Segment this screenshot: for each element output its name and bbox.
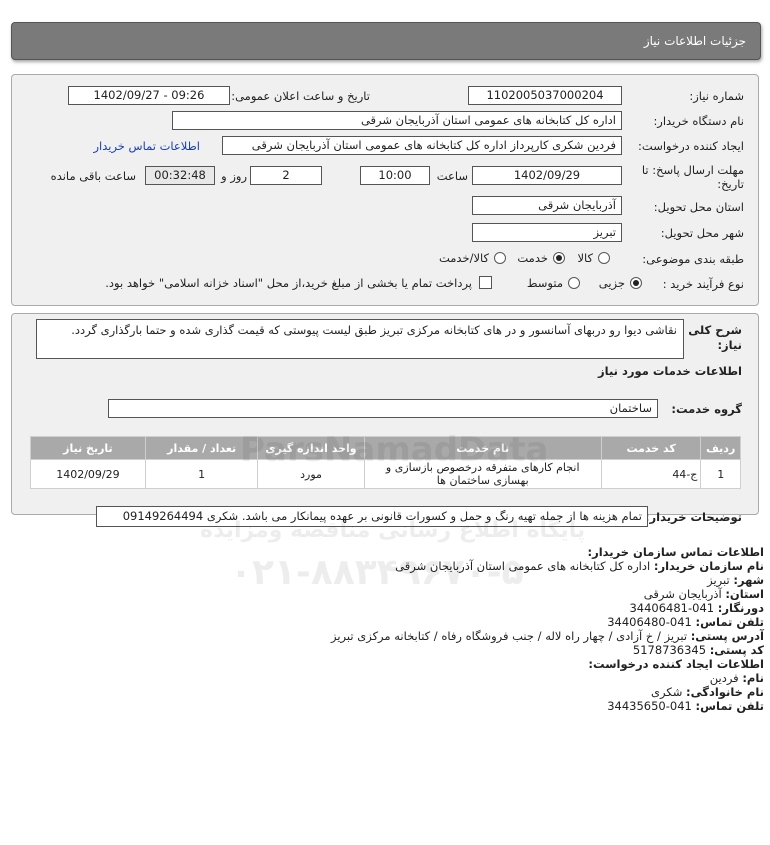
deadline-time-label: ساعت <box>436 169 468 183</box>
contact-org-label: نام سازمان خریدار: <box>653 559 764 573</box>
services-table-header: ردیف کد خدمت نام خدمت واحد اندازه گیری ت… <box>30 436 741 460</box>
creator-phone-label: تلفن تماس: <box>695 699 764 713</box>
category-option-service: خدمت <box>517 251 548 265</box>
announce-field: 1402/09/27 - 09:26 <box>68 86 230 105</box>
col-qty: تعداد / مقدار <box>144 436 259 460</box>
buyer-contact-link[interactable]: اطلاعات تماس خریدار <box>93 139 200 153</box>
creator-first-name-label: نام: <box>742 671 764 685</box>
category-option-goods: کالا <box>577 251 593 265</box>
remaining-time-field: 00:32:48 <box>145 166 215 185</box>
creator-last-name-value: شکری <box>651 685 683 699</box>
creator-label: ایجاد کننده درخواست: <box>638 139 744 153</box>
col-code: کد خدمت <box>600 436 702 460</box>
contact-province-line: استان: آذربایجان شرقی <box>644 587 764 601</box>
contact-postal-value: 5178736345 <box>632 643 707 657</box>
col-index: ردیف <box>700 436 741 460</box>
category-label: طبقه بندی موضوعی: <box>642 252 744 266</box>
table-row: 1 ج-44 انجام کارهای متفرقه درخصوص بازساز… <box>30 459 741 489</box>
creator-phone-value: 041-34435650 <box>607 699 692 713</box>
city-field: تبریز <box>472 223 622 242</box>
services-table: ردیف کد خدمت نام خدمت واحد اندازه گیری ت… <box>30 436 741 489</box>
category-radio-service[interactable] <box>553 252 565 264</box>
process-option-medium: متوسط <box>526 276 563 290</box>
process-radio-minor[interactable] <box>630 277 642 289</box>
contact-org-line: نام سازمان خریدار: اداره کل کتابخانه های… <box>395 559 764 573</box>
contact-phone-label: تلفن تماس: <box>695 615 764 629</box>
col-unit: واحد اندازه گیری <box>257 436 365 460</box>
city-label: شهر محل تحویل: <box>660 226 744 240</box>
creator-field: فردین شکری کارپرداز اداره کل کتابخانه ها… <box>222 136 622 155</box>
summary-label: شرح کلی <box>688 323 742 337</box>
category-radio-goods-service[interactable] <box>494 252 506 264</box>
days-label: روز و <box>221 169 247 183</box>
service-group-label: گروه خدمت: <box>671 402 742 416</box>
creator-first-name-value: فردین <box>709 671 739 685</box>
contact-org-value: اداره کل کتابخانه های عمومی استان آذربای… <box>395 559 651 573</box>
days-field: 2 <box>250 166 322 185</box>
creator-last-name-line: نام خانوادگی: شکری <box>651 685 764 699</box>
creator-last-name-label: نام خانوادگی: <box>686 685 764 699</box>
need-number-field: 1102005037000204 <box>468 86 622 105</box>
contact-phone-value: 041-34406480 <box>607 615 692 629</box>
province-field: آذربایجان شرقی <box>472 196 622 215</box>
deadline-date-label: تاریخ: <box>717 177 744 191</box>
treasury-payment-checkbox[interactable] <box>479 276 492 289</box>
cell-date: 1402/09/29 <box>30 459 146 489</box>
summary-label-2: نیاز: <box>717 338 742 352</box>
page-header: جزئیات اطلاعات نیاز <box>11 22 761 60</box>
contact-province-value: آذربایجان شرقی <box>643 587 722 601</box>
service-group-field: ساختمان <box>108 399 658 418</box>
buyer-field: اداره کل کتابخانه های عمومی استان آذربای… <box>172 111 622 130</box>
buyer-label: نام دستگاه خریدار: <box>653 114 744 128</box>
col-date: تاریخ نیاز <box>30 436 146 460</box>
contact-city-label: شهر: <box>733 573 764 587</box>
treasury-payment-note: پرداخت تمام یا بخشی از مبلغ خرید،از محل … <box>105 276 472 290</box>
creator-section-title: اطلاعات ایجاد کننده درخواست: <box>588 657 764 671</box>
buyer-notes-label: توضیحات خریدار: <box>644 510 742 524</box>
page-title: جزئیات اطلاعات نیاز <box>643 34 746 48</box>
contact-postal-label: کد پستی: <box>709 643 764 657</box>
contact-province-label: استان: <box>725 587 764 601</box>
contact-address-label: آدرس پستی: <box>690 629 764 643</box>
col-name: نام خدمت <box>363 436 602 460</box>
contact-address-line: آدرس پستی: تبریز / خ آزادی / چهار راه لا… <box>331 629 764 643</box>
creator-first-name-line: نام: فردین <box>710 671 764 685</box>
cell-unit: مورد <box>257 459 365 489</box>
cell-qty: 1 <box>144 459 259 489</box>
contact-title: اطلاعات تماس سازمان خریدار: <box>587 545 764 559</box>
remaining-label: ساعت باقی مانده <box>50 169 136 183</box>
province-label: استان محل تحویل: <box>653 200 744 214</box>
process-option-minor: جزیی <box>598 276 625 290</box>
category-radio-goods[interactable] <box>598 252 610 264</box>
announce-label: تاریخ و ساعت اعلان عمومی: <box>231 89 370 103</box>
contact-fax-label: دورنگار: <box>717 601 764 615</box>
contact-postal-line: کد پستی: 5178736345 <box>633 643 764 657</box>
buyer-notes-field: تمام هزینه ها از جمله تهیه رنگ و حمل و ک… <box>96 506 648 527</box>
creator-phone-line: تلفن تماس: 041-34435650 <box>607 699 764 713</box>
deadline-label: مهلت ارسال پاسخ: تا <box>641 163 744 177</box>
services-section-title: اطلاعات خدمات مورد نیاز <box>598 364 742 378</box>
contact-fax-value: 041-34406481 <box>629 601 715 615</box>
process-radio-medium[interactable] <box>568 277 580 289</box>
cell-name: انجام کارهای متفرقه درخصوص بازسازی و بهس… <box>363 459 602 489</box>
process-label: نوع فرآیند خرید : <box>662 277 744 291</box>
need-number-label: شماره نیاز: <box>689 89 744 103</box>
contact-city-line: شهر: تبریز <box>707 573 764 587</box>
contact-fax-line: دورنگار: 041-34406481 <box>629 601 764 615</box>
contact-phone-line: تلفن تماس: 041-34406480 <box>607 615 764 629</box>
deadline-time-field: 10:00 <box>360 166 430 185</box>
need-details-panel <box>11 74 759 306</box>
deadline-date-field: 1402/09/29 <box>472 166 622 185</box>
cell-index: 1 <box>700 459 741 489</box>
contact-section-title: اطلاعات تماس سازمان خریدار: <box>587 545 764 559</box>
summary-text: نقاشی دیوا رو دربهای آسانسور و در های کت… <box>36 319 684 359</box>
contact-address-value: تبریز / خ آزادی / چهار راه لاله / جنب فر… <box>331 629 688 643</box>
category-option-goods-service: کالا/خدمت <box>438 251 489 265</box>
cell-code: ج-44 <box>600 459 702 489</box>
creator-title: اطلاعات ایجاد کننده درخواست: <box>588 657 764 671</box>
contact-city-value: تبریز <box>707 573 730 587</box>
